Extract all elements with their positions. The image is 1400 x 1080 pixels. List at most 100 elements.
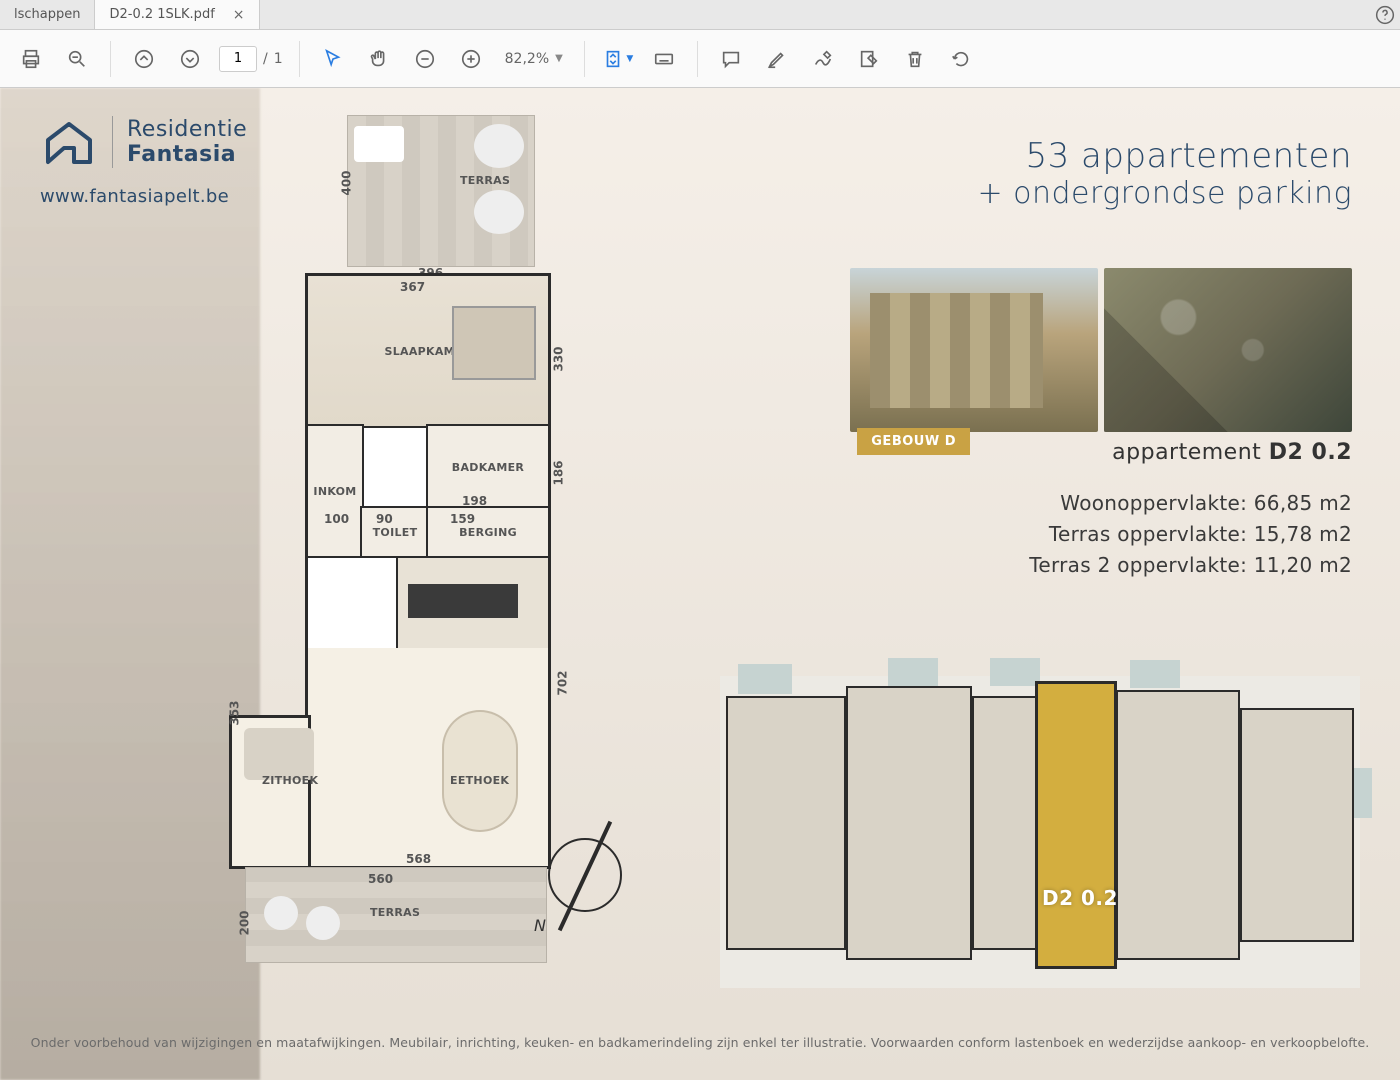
building-badge: GEBOUW D: [857, 428, 970, 455]
tab-previous[interactable]: lschappen: [0, 0, 95, 29]
headline-line2: + ondergrondse parking: [977, 176, 1352, 211]
keyplan-terrace: [1130, 660, 1180, 688]
page-sep: /: [263, 51, 268, 67]
stat-row: Terras oppervlakte: 15,78 m2: [1029, 519, 1352, 550]
furniture-icon: [444, 712, 516, 830]
terrace-top: TERRAS: [348, 116, 534, 266]
zoom-select[interactable]: 82,2% ▼: [500, 48, 568, 70]
disclaimer-text: Onder voorbehoud van wijzigingen en maat…: [28, 1035, 1372, 1050]
room-storage: BERGING: [428, 508, 548, 556]
headline-line1: 53 appartementen: [977, 136, 1352, 176]
stat-row: Woonoppervlakte: 66,85 m2: [1029, 488, 1352, 519]
keyplan-unit-highlight: [1038, 684, 1114, 966]
apartment-prefix: appartement: [1112, 440, 1269, 465]
keyplan-terrace: [738, 664, 792, 694]
room-label: SLAAPKAMER: [385, 345, 472, 358]
separator: [584, 41, 585, 77]
dimension: 568: [406, 852, 431, 866]
room-label: ZITHOEK: [262, 774, 318, 787]
document-viewport[interactable]: Residentie Fantasia www.fantasiapelt.be …: [0, 88, 1400, 1080]
dimension: 200: [238, 910, 252, 935]
print-button[interactable]: [14, 42, 48, 76]
separator: [110, 41, 111, 77]
page-total: 1: [274, 51, 283, 67]
compass-icon: [548, 838, 622, 912]
chevron-down-icon: ▼: [555, 53, 563, 64]
furniture-icon: [354, 126, 404, 162]
draw-button[interactable]: [806, 42, 840, 76]
dimension: 198: [462, 494, 487, 508]
dimension: 353: [228, 700, 242, 725]
room-bedroom: SLAAPKAMER: [308, 276, 548, 426]
dimension: 367: [400, 280, 425, 294]
room-label: BERGING: [459, 526, 517, 539]
find-button[interactable]: [60, 42, 94, 76]
hand-tool[interactable]: [362, 42, 396, 76]
room-label: KEUKEN: [447, 597, 499, 610]
keyplan-unit: [1242, 710, 1352, 940]
dimension: 560: [368, 872, 393, 886]
keyplan-unit: [728, 698, 844, 948]
page-up-button[interactable]: [127, 42, 161, 76]
zoom-out-button[interactable]: [408, 42, 442, 76]
apartment-outline: SLAAPKAMER BADKAMER INKOM TOILET BERGING…: [308, 276, 548, 866]
delete-button[interactable]: [898, 42, 932, 76]
apartment-code: D2 0.2: [1269, 440, 1352, 465]
furniture-icon: [264, 896, 298, 930]
keyplan-unit: [848, 688, 970, 958]
room-toilet: TOILET: [362, 508, 428, 556]
keyplan-unit: [1118, 692, 1238, 958]
dimension: 186: [552, 460, 566, 485]
zoom-value: 82,2%: [505, 51, 549, 67]
tab-label: D2-0.2 1SLK.pdf: [109, 7, 214, 22]
dimension: 90: [376, 512, 393, 526]
tab-active[interactable]: D2-0.2 1SLK.pdf ×: [95, 0, 259, 29]
keyboard-button[interactable]: [647, 42, 681, 76]
aerial-photo: [1104, 268, 1352, 432]
chevron-down-icon: ▼: [626, 54, 633, 64]
dimension: 100: [324, 512, 349, 526]
page-current-input[interactable]: [219, 46, 257, 72]
edit-text-button[interactable]: [852, 42, 886, 76]
room-entry: INKOM: [308, 426, 362, 556]
logo-divider: [112, 116, 113, 168]
highlight-button[interactable]: [760, 42, 794, 76]
room-label: EETHOEK: [450, 774, 509, 787]
separator: [299, 41, 300, 77]
apartment-label: appartement D2 0.2: [1112, 440, 1352, 465]
page-down-button[interactable]: [173, 42, 207, 76]
room-label: TERRAS: [370, 906, 420, 919]
room-bathroom: BADKAMER: [428, 426, 548, 508]
pointer-tool[interactable]: [316, 42, 350, 76]
fit-page-button[interactable]: ▼: [601, 42, 635, 76]
close-icon[interactable]: ×: [233, 8, 245, 22]
comment-button[interactable]: [714, 42, 748, 76]
room-label: BADKAMER: [452, 461, 524, 474]
logo-icon: [40, 118, 98, 166]
room-label: TERRAS: [460, 174, 510, 187]
keyplan-terrace: [888, 658, 938, 686]
furniture-icon: [244, 728, 314, 780]
rotate-button[interactable]: [944, 42, 978, 76]
floor-key-plan: D2 0.2: [720, 658, 1360, 988]
help-icon[interactable]: [1370, 0, 1400, 29]
brand-block: Residentie Fantasia www.fantasiapelt.be: [40, 116, 247, 207]
floor-plan: TERRAS 400 396 SLAAPKAMER BADKAMER INKOM…: [228, 116, 568, 946]
dimension: 702: [556, 670, 570, 695]
furniture-icon: [306, 906, 340, 940]
room-kitchen: KEUKEN: [398, 558, 548, 648]
separator: [697, 41, 698, 77]
tab-label: lschappen: [14, 7, 80, 22]
building-render-photo: [850, 268, 1098, 432]
room-label: INKOM: [313, 485, 356, 498]
terrace-bottom: TERRAS: [246, 868, 546, 962]
stats-block: Woonoppervlakte: 66,85 m2 Terras oppervl…: [1029, 488, 1352, 581]
tab-bar: lschappen D2-0.2 1SLK.pdf ×: [0, 0, 1400, 30]
stat-row: Terras 2 oppervlakte: 11,20 m2: [1029, 550, 1352, 581]
page-indicator: / 1: [219, 46, 283, 72]
zoom-in-button[interactable]: [454, 42, 488, 76]
photo-row: [850, 268, 1352, 432]
keyplan-terrace: [990, 658, 1040, 686]
dimension: 330: [552, 346, 566, 371]
pdf-page: Residentie Fantasia www.fantasiapelt.be …: [28, 98, 1372, 1052]
